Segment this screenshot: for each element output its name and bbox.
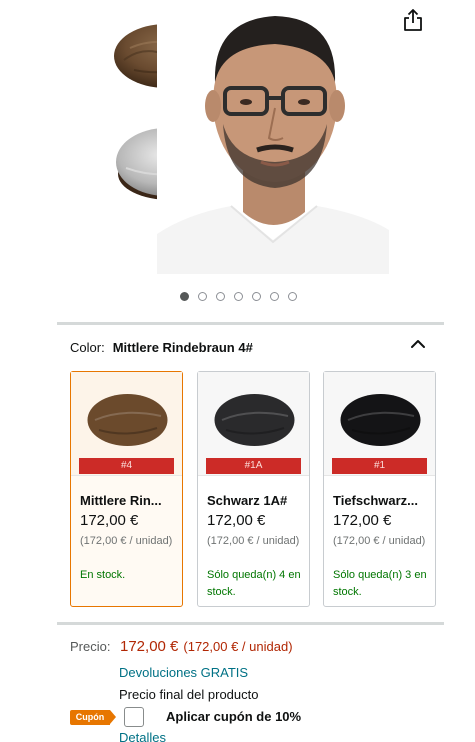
coupon-checkbox[interactable] xyxy=(124,707,144,727)
gallery-dot[interactable] xyxy=(270,292,279,301)
gallery-dot[interactable] xyxy=(252,292,261,301)
variation-name: Mittlere Rin... xyxy=(80,493,162,508)
coupon-row: Cupón Aplicar cupón de 10% xyxy=(70,706,450,728)
variation-option-image: #4 xyxy=(71,372,182,476)
hairpiece-thumbnail xyxy=(214,394,295,446)
details-link[interactable]: Detalles xyxy=(119,730,166,742)
variation-unit-price: (172,00 € / unidad) xyxy=(333,535,426,547)
price-value: 172,00 € xyxy=(120,638,179,655)
variation-tag: #4 xyxy=(79,458,174,474)
variation-stock: En stock. xyxy=(80,569,126,581)
product-image-gallery[interactable] xyxy=(0,0,475,285)
coupon-badge-tip xyxy=(110,710,116,724)
coupon-text[interactable]: Aplicar cupón de 10% xyxy=(166,709,301,724)
variation-option-card[interactable]: #4 Mittlere Rin... 172,00 € (172,00 € / uni… xyxy=(70,371,183,607)
variation-price: 172,00 € xyxy=(207,512,266,529)
variation-label: Color: xyxy=(70,340,105,355)
chevron-up-icon[interactable] xyxy=(410,337,426,351)
gallery-dot[interactable] xyxy=(198,292,207,301)
gallery-dot[interactable] xyxy=(216,292,225,301)
variation-selected-value: Mittlere Rindebraun 4# xyxy=(112,340,253,355)
hairpiece-thumbnail xyxy=(340,394,421,446)
free-returns-link[interactable]: Devoluciones GRATIS xyxy=(119,665,248,680)
variation-name: Tiefschwarz... xyxy=(333,493,419,508)
section-divider xyxy=(57,322,444,325)
unit-price: (172,00 € / unidad) xyxy=(183,639,293,654)
variation-option-image: #1A xyxy=(198,372,309,476)
variation-options: #4 Mittlere Rin... 172,00 € (172,00 € / uni… xyxy=(70,371,440,607)
variation-tag: #1A xyxy=(206,458,301,474)
price-block: Precio: 172,00 € (172,00 € / unidad) Dev… xyxy=(70,638,450,702)
variation-name: Schwarz 1A# xyxy=(207,493,288,508)
variation-option-image: #1 xyxy=(324,372,435,476)
gallery-dot[interactable] xyxy=(180,292,189,301)
variation-price: 172,00 € xyxy=(80,512,139,529)
variation-unit-price: (172,00 € / unidad) xyxy=(80,535,173,547)
variation-option-card[interactable]: #1 Tiefschwarz... 172,00 € (172,00 € / unid… xyxy=(323,371,436,607)
gallery-pagination-dots[interactable] xyxy=(0,292,475,301)
gallery-dot[interactable] xyxy=(234,292,243,301)
gallery-dot[interactable] xyxy=(288,292,297,301)
price-label: Precio: xyxy=(70,639,111,654)
coupon-badge: Cupón xyxy=(70,710,110,725)
section-divider xyxy=(57,622,444,625)
hairpiece-thumbnail xyxy=(87,394,168,446)
variation-option-card[interactable]: #1A Schwarz 1A# 172,00 € (172,00 € / unidad… xyxy=(197,371,310,607)
variation-stock: Sólo queda(n) 3 en stock. xyxy=(333,569,427,598)
variation-price: 172,00 € xyxy=(333,512,392,529)
model-photo xyxy=(157,2,389,274)
final-price-note: Precio final del producto xyxy=(119,687,259,702)
variation-stock: Sólo queda(n) 4 en stock. xyxy=(207,569,301,598)
variation-unit-price: (172,00 € / unidad) xyxy=(207,535,300,547)
variation-header: Color: Mittlere Rindebraun 4# xyxy=(70,340,440,355)
share-icon[interactable] xyxy=(402,8,424,32)
variation-tag: #1 xyxy=(332,458,427,474)
